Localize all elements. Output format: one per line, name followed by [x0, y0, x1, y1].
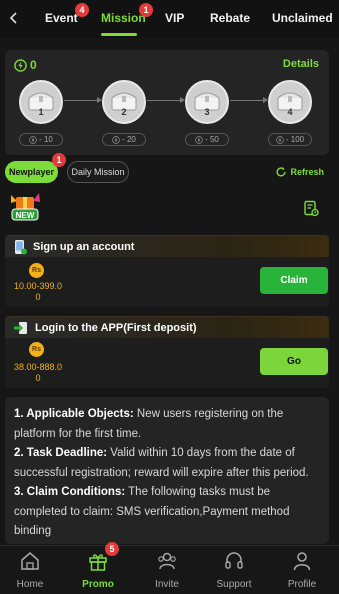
nav-promo-label: Promo: [82, 579, 114, 590]
bolt-small-icon: [29, 135, 37, 144]
rule-1-heading: 1. Applicable Objects:: [14, 408, 134, 420]
nav-invite-label: Invite: [155, 579, 179, 590]
chest-number: 1: [38, 107, 44, 117]
chest-2[interactable]: 2: [102, 80, 146, 124]
daily-mission-label: Daily Mission: [71, 167, 125, 177]
task-title: Login to the APP(First deposit): [35, 321, 197, 334]
tab-event[interactable]: Event: [45, 11, 78, 25]
new-player-gift-icon: NEW: [11, 193, 40, 221]
chest-cost-value: - 50: [205, 135, 219, 144]
bolt-circle-icon: [14, 58, 27, 72]
bolt-small-icon: [112, 135, 120, 144]
nav-profile[interactable]: Profile: [272, 550, 332, 590]
nav-home-label: Home: [16, 579, 44, 590]
nav-support[interactable]: Support: [204, 550, 264, 590]
nav-support-label: Support: [216, 579, 252, 590]
mission-badge: 1: [139, 3, 153, 17]
rule-3-heading: 3. Claim Conditions:: [14, 486, 126, 498]
tab-unclaimed[interactable]: Unclaimed: [272, 11, 333, 25]
newplayer-badge: 1: [52, 153, 66, 167]
records-icon[interactable]: [303, 200, 319, 217]
top-tab-bar: Event 4 Mission 1 VIP Rebate Unclaimed: [0, 0, 339, 38]
chest-cost-value: - 100: [285, 135, 305, 144]
newplayer-label: Newplayer: [8, 167, 55, 177]
progress-arrow: [230, 97, 268, 103]
task-header: Sign up an account: [5, 235, 329, 257]
login-arrow-icon: [14, 321, 27, 334]
rupee-coin-icon: Rs: [29, 263, 44, 278]
nav-invite[interactable]: Invite: [137, 550, 197, 590]
chest-cost: - 100: [268, 133, 312, 146]
nav-home[interactable]: Home: [0, 550, 60, 590]
chest-1[interactable]: 1: [19, 80, 63, 124]
chest-3[interactable]: 3: [185, 80, 229, 124]
refresh-label: Refresh: [290, 167, 324, 177]
chest-cost: - 50: [185, 133, 229, 146]
home-icon: [21, 552, 39, 570]
chest-number: 4: [287, 107, 293, 117]
refresh-button[interactable]: Refresh: [275, 166, 324, 178]
chest-cost-value: - 20: [122, 135, 136, 144]
refresh-icon: [277, 167, 287, 177]
rules-panel: 1. Applicable Objects: New users registe…: [5, 397, 329, 544]
chest-4[interactable]: 4: [268, 80, 312, 124]
active-tab-underline: [101, 33, 137, 36]
tab-rebate[interactable]: Rebate: [210, 11, 250, 25]
promo-badge: 5: [105, 542, 119, 556]
claim-button[interactable]: Claim: [260, 267, 328, 294]
bolt-small-icon: [276, 135, 284, 144]
tab-vip[interactable]: VIP: [165, 11, 184, 25]
rupee-coin-icon: Rs: [29, 342, 44, 357]
back-arrow-icon[interactable]: [6, 10, 22, 26]
go-button[interactable]: Go: [260, 348, 328, 375]
chest-cost: - 20: [102, 133, 146, 146]
nav-promo[interactable]: Promo: [68, 550, 128, 590]
tab-daily-mission[interactable]: Daily Mission: [67, 161, 129, 183]
chest-cost-value: - 10: [39, 135, 53, 144]
reward-range-cont: 0: [35, 292, 41, 302]
chest-number: 3: [204, 107, 210, 117]
nav-profile-label: Profile: [287, 579, 317, 590]
rule-2-heading: 2. Task Deadline:: [14, 447, 108, 459]
new-icon-text: NEW: [16, 211, 35, 220]
tab-newplayer[interactable]: Newplayer: [5, 161, 58, 183]
bolt-count-value: 0: [30, 58, 37, 72]
details-link[interactable]: Details: [283, 58, 319, 70]
progress-arrow: [147, 97, 185, 103]
chest-number: 2: [121, 107, 127, 117]
phone-icon: [15, 239, 27, 254]
task-header: Login to the APP(First deposit): [5, 316, 329, 338]
bottom-nav: Home Promo 5 Invite Support Profile: [0, 542, 339, 594]
event-badge: 4: [75, 3, 89, 17]
bolt-small-icon: [195, 135, 203, 144]
reward-range-cont: 0: [35, 373, 41, 383]
bolt-points: 0: [14, 58, 37, 72]
headset-icon: [225, 552, 243, 569]
invite-users-icon: [158, 552, 176, 570]
task-title: Sign up an account: [33, 240, 135, 253]
profile-icon: [293, 552, 311, 571]
chest-cost: - 10: [19, 133, 63, 146]
progress-arrow: [64, 97, 102, 103]
